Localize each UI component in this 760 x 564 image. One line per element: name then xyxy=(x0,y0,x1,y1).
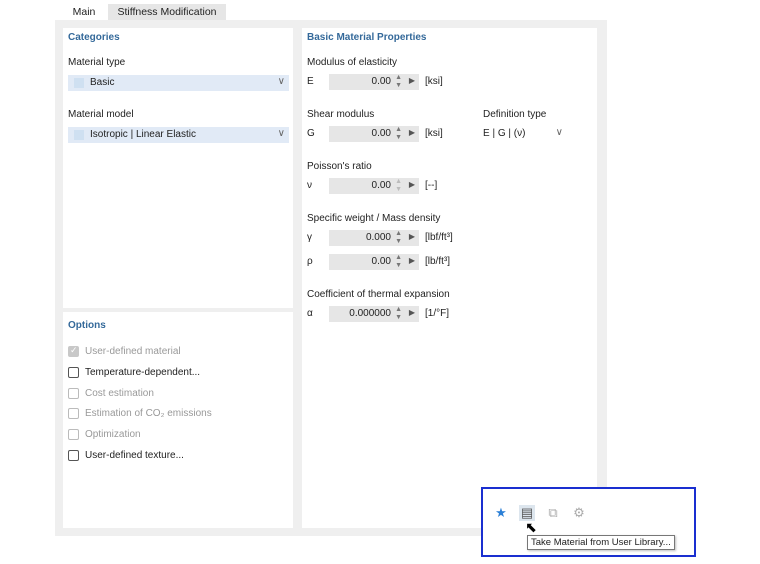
checkbox[interactable] xyxy=(68,450,79,461)
cursor-icon: ⬉ xyxy=(525,519,537,535)
thermal-label: Coefficient of thermal expansion xyxy=(307,289,450,300)
arrow-right-icon[interactable]: ▶ xyxy=(409,180,415,189)
option-temperature-dependent[interactable]: Temperature-dependent... xyxy=(68,367,200,378)
categories-title: Categories xyxy=(68,32,120,43)
spinner-icon[interactable]: ▲ ▼ xyxy=(395,74,402,90)
options-panel: Options User-defined material Temperatur… xyxy=(63,312,293,528)
rho-symbol: ρ xyxy=(307,256,313,267)
nu-value: 0.00 xyxy=(371,180,391,191)
nu-input: 0.00 ▲ ▼ ▶ xyxy=(329,178,419,194)
chevron-down-icon: ∨ xyxy=(277,76,285,87)
arrow-right-icon[interactable]: ▶ xyxy=(409,76,415,85)
gamma-symbol: γ xyxy=(307,232,312,243)
option-optimization[interactable]: Optimization xyxy=(68,429,141,440)
material-model-label: Material model xyxy=(68,109,134,120)
material-type-value: Basic xyxy=(90,77,115,88)
option-label: User-defined texture... xyxy=(85,450,184,461)
material-model-value: Isotropic | Linear Elastic xyxy=(90,129,196,140)
alpha-value: 0.000000 xyxy=(349,308,391,319)
definition-type-value: E | G | (ν) xyxy=(483,128,526,139)
rho-input[interactable]: 0.00 ▲ ▼ ▶ xyxy=(329,254,419,270)
option-user-defined-texture[interactable]: User-defined texture... xyxy=(68,450,184,461)
checkbox[interactable] xyxy=(68,408,79,419)
g-unit: [ksi] xyxy=(425,128,443,139)
arrow-right-icon[interactable]: ▶ xyxy=(409,308,415,317)
g-symbol: G xyxy=(307,128,315,139)
definition-type-select[interactable]: E | G | (ν) ∨ xyxy=(481,126,567,142)
nu-unit: [--] xyxy=(425,180,438,191)
option-cost-estimation[interactable]: Cost estimation xyxy=(68,388,154,399)
modulus-label: Modulus of elasticity xyxy=(307,57,398,68)
checkbox[interactable] xyxy=(68,429,79,440)
definition-type-label: Definition type xyxy=(483,109,547,120)
material-type-label: Material type xyxy=(68,57,126,68)
option-label: Estimation of CO₂ emissions xyxy=(85,408,212,419)
material-type-swatch xyxy=(74,78,84,88)
categories-panel: Categories Material type Basic ∨ Materia… xyxy=(63,28,293,308)
nu-symbol: ν xyxy=(307,180,312,191)
arrow-right-icon[interactable]: ▶ xyxy=(409,256,415,265)
gamma-input[interactable]: 0.000 ▲ ▼ ▶ xyxy=(329,230,419,246)
spinner-icon: ▲ ▼ xyxy=(395,178,402,193)
basic-properties-title: Basic Material Properties xyxy=(307,32,427,43)
material-model-swatch xyxy=(74,130,84,140)
e-symbol: E xyxy=(307,76,314,87)
tooltip: Take Material from User Library... xyxy=(527,535,675,550)
dialog-frame: Categories Material type Basic ∨ Materia… xyxy=(55,20,607,536)
arrow-right-icon[interactable]: ▶ xyxy=(409,128,415,137)
chevron-down-icon: ∨ xyxy=(277,128,285,139)
settings-icon[interactable]: ⚙ xyxy=(571,505,587,521)
add-favorite-icon[interactable]: ★ xyxy=(493,505,509,521)
rho-unit: [lb/ft³] xyxy=(425,256,451,267)
alpha-unit: [1/°F] xyxy=(425,308,450,319)
weight-label: Specific weight / Mass density xyxy=(307,213,441,224)
alpha-input[interactable]: 0.000000 ▲ ▼ ▶ xyxy=(329,306,419,322)
gamma-value: 0.000 xyxy=(365,232,391,243)
material-model-select[interactable]: Isotropic | Linear Elastic ∨ xyxy=(68,127,289,143)
option-label: Cost estimation xyxy=(85,388,154,399)
g-input[interactable]: 0.00 ▲ ▼ ▶ xyxy=(329,126,419,142)
tab-stiffness-modification[interactable]: Stiffness Modification xyxy=(108,4,226,20)
toolbar-highlight: ★ ▤ ⧉ ⚙ ⬉ Take Material from User Librar… xyxy=(481,487,696,557)
export-icon[interactable]: ⧉ xyxy=(545,505,561,521)
checkbox[interactable] xyxy=(68,388,79,399)
material-type-select[interactable]: Basic ∨ xyxy=(68,75,289,91)
rho-value: 0.00 xyxy=(371,256,391,267)
spinner-icon[interactable]: ▲ ▼ xyxy=(395,254,402,270)
option-label: User-defined material xyxy=(85,346,181,357)
e-input[interactable]: 0.00 ▲ ▼ ▶ xyxy=(329,74,419,90)
gamma-unit: [lbf/ft³] xyxy=(425,232,453,243)
poisson-label: Poisson's ratio xyxy=(307,161,372,172)
g-value: 0.00 xyxy=(371,128,391,139)
e-value: 0.00 xyxy=(371,76,391,87)
option-label: Optimization xyxy=(85,429,141,440)
checkbox[interactable] xyxy=(68,345,79,357)
e-unit: [ksi] xyxy=(425,76,443,87)
option-co2-estimation[interactable]: Estimation of CO₂ emissions xyxy=(68,408,212,419)
options-title: Options xyxy=(68,320,106,331)
spinner-icon[interactable]: ▲ ▼ xyxy=(395,126,402,142)
shear-label: Shear modulus xyxy=(307,109,375,120)
alpha-symbol: α xyxy=(307,308,313,319)
spinner-icon[interactable]: ▲ ▼ xyxy=(395,306,402,322)
spinner-icon[interactable]: ▲ ▼ xyxy=(395,230,402,246)
option-label: Temperature-dependent... xyxy=(85,367,201,378)
option-user-defined-material[interactable]: User-defined material xyxy=(68,345,181,357)
basic-properties-panel: Basic Material Properties Modulus of ela… xyxy=(302,28,597,528)
arrow-right-icon[interactable]: ▶ xyxy=(409,232,415,241)
tab-main[interactable]: Main xyxy=(62,4,106,20)
checkbox[interactable] xyxy=(68,367,79,378)
chevron-down-icon: ∨ xyxy=(555,127,563,138)
